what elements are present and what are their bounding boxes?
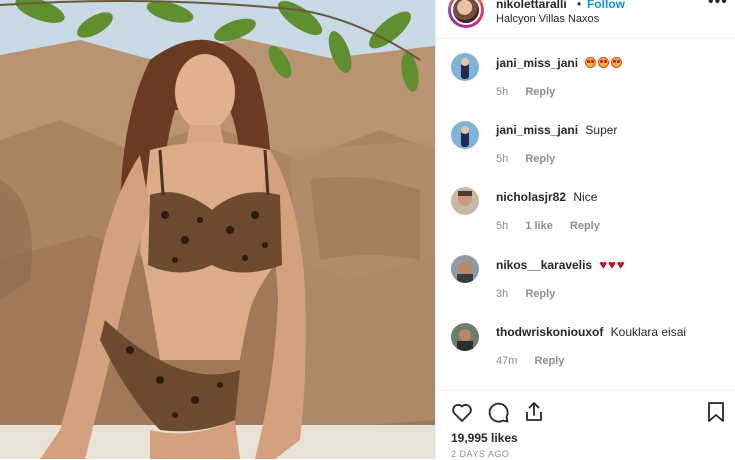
comment-time: 47m [496,355,518,367]
location-link[interactable]: Halcyon Villas Naxos [496,13,599,25]
comment-likes[interactable]: 1 like [525,220,553,232]
comment-username[interactable]: nikos__karavelis [496,258,592,272]
bookmark-icon[interactable] [704,400,728,424]
commenter-avatar[interactable] [451,255,479,283]
author-username[interactable]: nikolettaralli [496,0,567,11]
comment-item: nikos__karavelis ♥♥♥ 3h Reply [436,251,735,311]
star-struck-emoji-icon [585,56,624,70]
reply-button[interactable]: Reply [570,220,600,232]
comment-username[interactable]: jani_miss_jani [496,56,578,70]
follow-button[interactable]: Follow [587,0,625,11]
comment-item: jani_miss_jani Super 5h Reply [436,115,735,175]
commenter-avatar[interactable] [451,323,479,351]
post-header: nikolettaralli • Follow Halcyon Villas N… [436,0,735,39]
commenter-avatar[interactable] [451,187,479,215]
comment-time: 3h [496,288,509,300]
more-icon[interactable]: ••• [708,0,728,11]
comment-item: jani_miss_jani 5h Reply [436,47,735,107]
post-sidebar: nikolettaralli • Follow Halcyon Villas N… [435,0,735,459]
post-photo[interactable] [0,0,435,459]
comments-list[interactable]: jani_miss_jani 5h Reply jani_miss_jani S… [436,39,735,389]
commenter-avatar[interactable] [451,121,479,149]
action-bar: 19,995 likes 2 DAYS AGO [436,390,735,460]
comment-username[interactable]: jani_miss_jani [496,123,578,137]
comment-text: Super [585,123,618,137]
instagram-post: nikolettaralli • Follow Halcyon Villas N… [0,0,735,459]
reply-button[interactable]: Reply [525,288,555,300]
beach-photo-illustration [0,0,435,459]
comment-time: 5h [496,153,509,165]
share-icon[interactable] [522,400,546,424]
reply-button[interactable]: Reply [525,86,555,98]
red-heart-emoji-icon: ♥♥♥ [599,257,625,272]
comment-icon[interactable] [486,400,510,424]
comment-time: 5h [496,86,509,98]
commenter-avatar[interactable] [451,53,479,81]
comment-time: 5h [496,220,509,232]
post-time: 2 DAYS AGO [451,449,510,459]
comment-username[interactable]: nicholasjr82 [496,190,566,204]
comment-item: nicholasjr82 Nice 5h 1 like Reply [436,183,735,243]
comment-item: thodwriskoniouxof Kouklara eisai 47m Rep… [436,319,735,379]
separator-dot: • [577,0,582,11]
reply-button[interactable]: Reply [534,355,564,367]
comment-text: Kouklara eisai [610,325,687,339]
comment-text: Nice [573,190,598,204]
likes-count[interactable]: 19,995 likes [451,431,518,445]
heart-icon[interactable] [450,400,474,424]
comment-username[interactable]: thodwriskoniouxof [496,325,603,339]
reply-button[interactable]: Reply [525,153,555,165]
